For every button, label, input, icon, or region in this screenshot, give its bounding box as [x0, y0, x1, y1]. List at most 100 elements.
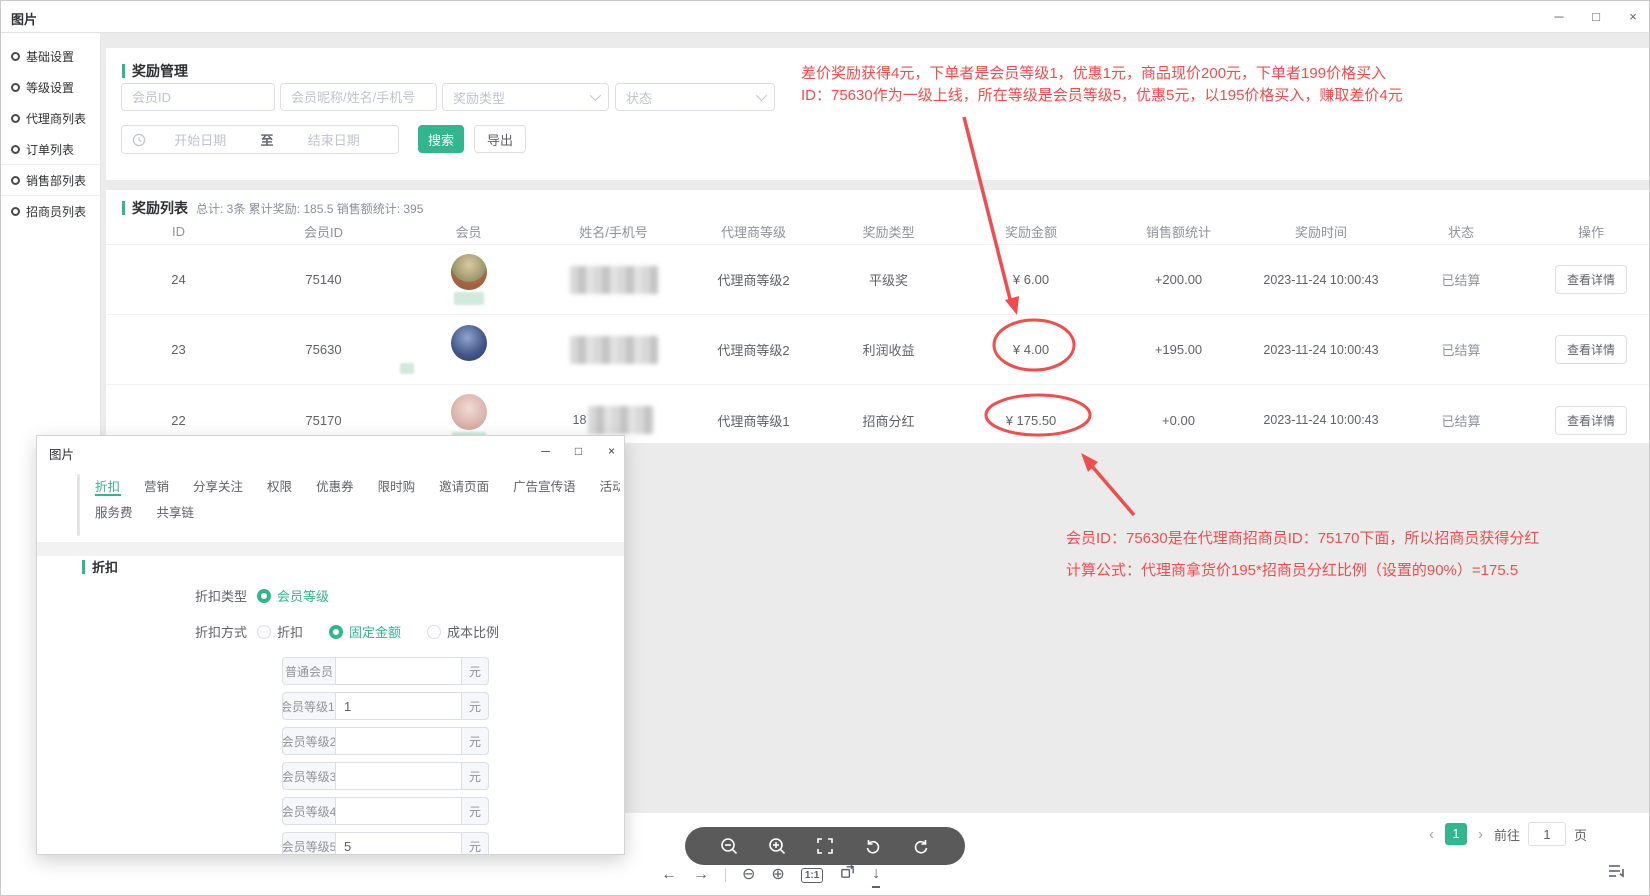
rotate-icon[interactable] — [839, 863, 856, 887]
nickname-input[interactable] — [280, 83, 437, 111]
reward-type-select[interactable]: 奖励类型 — [442, 83, 609, 111]
sidebar-item-level-settings[interactable]: 等级设置 — [1, 72, 100, 103]
cell-status: 已结算 — [1391, 411, 1531, 430]
radio-circle-icon — [11, 207, 20, 216]
chevron-down-icon — [756, 90, 767, 101]
level5-amount-input[interactable] — [335, 832, 462, 855]
discount-type-label: 折扣类型 — [37, 586, 257, 605]
cell-agent-level: 代理商等级1 — [686, 411, 821, 430]
tab-marketing[interactable]: 营销 — [144, 476, 169, 494]
tab-discount[interactable]: 折扣 — [95, 476, 120, 494]
tab-share-follow[interactable]: 分享关注 — [193, 476, 243, 494]
field-level2: 会员等级2 元 — [282, 727, 489, 755]
end-date-placeholder: 结束日期 — [280, 130, 389, 149]
option-cost-ratio[interactable]: 成本比例 — [447, 622, 499, 641]
option-discount[interactable]: 折扣 — [277, 622, 303, 641]
discount-section-title: 折扣 — [92, 557, 118, 576]
radio-cost-ratio[interactable] — [427, 625, 441, 639]
radio-circle-icon — [11, 114, 20, 123]
level3-amount-input[interactable] — [335, 762, 462, 790]
view-detail-button[interactable]: 查看详情 — [1555, 265, 1627, 294]
view-detail-button[interactable]: 查看详情 — [1555, 406, 1627, 435]
search-button[interactable]: 搜索 — [418, 125, 464, 153]
tab-permissions[interactable]: 权限 — [267, 476, 292, 494]
discount-settings-window: 图片 ─ □ × 折扣 营销 分享关注 权限 优惠券 限时购 邀请页面 广告宣传… — [36, 435, 625, 855]
download-icon[interactable]: ↓ — [872, 863, 880, 888]
blurred-name — [570, 336, 658, 364]
rotate-right-icon[interactable] — [910, 835, 932, 857]
blurred-name — [570, 266, 658, 294]
view-detail-button[interactable]: 查看详情 — [1555, 335, 1627, 364]
cell-sales-total: +0.00 — [1106, 413, 1251, 428]
divider — [725, 868, 726, 882]
minimize-button[interactable]: ─ — [1541, 1, 1577, 32]
cell-id: 22 — [106, 413, 251, 428]
sidebar-item-sales-dept-list[interactable]: 销售部列表 — [1, 165, 100, 196]
sidebar-item-recruiter-list[interactable]: 招商员列表 — [1, 196, 100, 227]
close-button[interactable]: × — [1615, 1, 1650, 32]
window-title: 图片 — [11, 9, 37, 28]
chevron-down-icon — [590, 90, 601, 101]
dialog-maximize-button[interactable]: □ — [562, 436, 595, 466]
image-viewer-toolbar — [685, 827, 965, 865]
level4-amount-input[interactable] — [335, 797, 462, 825]
prev-image-icon[interactable]: ← — [661, 864, 677, 886]
reward-list-panel: 奖励列表 总计: 3条 累计奖励: 185.5 销售额统计: 395 ID 会员… — [106, 190, 1650, 443]
goto-page-input[interactable] — [1528, 822, 1566, 846]
field-level1: 会员等级1. 元 — [282, 692, 489, 720]
tab-share-chain[interactable]: 共享链 — [157, 502, 195, 520]
option-member-level[interactable]: 会员等级 — [277, 586, 329, 605]
current-page-button[interactable]: 1 — [1445, 823, 1467, 845]
tab-ad-slogan[interactable]: 广告宣传语 — [513, 476, 576, 494]
field-level4: 会员等级4 元 — [282, 797, 489, 825]
sidebar-item-basic-settings[interactable]: 基础设置 — [1, 41, 100, 72]
rotate-left-icon[interactable] — [862, 835, 884, 857]
tab-flash-sale[interactable]: 限时购 — [378, 476, 416, 494]
zoom-out-icon[interactable]: ⊖ — [742, 864, 755, 886]
radio-member-level[interactable] — [257, 589, 271, 603]
list-toggle-icon[interactable] — [1604, 859, 1628, 883]
sidebar-item-order-list[interactable]: 订单列表 — [1, 134, 100, 165]
cell-id: 24 — [106, 272, 251, 287]
table-row: 23 75630 代理商等级2 利润收益 ¥ 4.00 +195.00 2023… — [106, 315, 1650, 385]
status-select[interactable]: 状态 — [615, 83, 775, 111]
cell-member-id: 75170 — [251, 413, 396, 428]
sidebar-item-agent-list[interactable]: 代理商列表 — [1, 103, 100, 134]
zoom-in-icon[interactable] — [766, 835, 788, 857]
section-accent-bar — [122, 201, 125, 215]
blurred-tag — [400, 363, 414, 374]
dialog-close-button[interactable]: × — [595, 436, 625, 466]
zoom-out-icon[interactable] — [718, 835, 740, 857]
annotation-bottom-text: 会员ID：75630是在代理商招商员ID：75170下面，所以招商员获得分红 计… — [1066, 523, 1539, 587]
pagination: ‹ 1 › 前往 页 — [1426, 821, 1587, 847]
radio-discount[interactable] — [257, 625, 271, 639]
normal-member-amount-input[interactable] — [335, 657, 462, 685]
tab-coupon[interactable]: 优惠券 — [316, 476, 354, 494]
tab-service-fee[interactable]: 服务费 — [95, 502, 133, 520]
member-id-input[interactable] — [121, 83, 275, 111]
cell-sales-total: +195.00 — [1106, 342, 1251, 357]
scrollbar-thumb[interactable] — [77, 474, 80, 536]
prev-page-icon[interactable]: ‹ — [1426, 826, 1437, 843]
table-section-title: 奖励列表 — [132, 198, 188, 218]
tab-invite-page[interactable]: 邀请页面 — [439, 476, 489, 494]
table-summary: 总计: 3条 累计奖励: 185.5 销售额统计: 395 — [196, 200, 423, 217]
tab-activity[interactable]: 活动列 — [600, 476, 620, 494]
radio-circle-icon — [11, 83, 20, 92]
one-to-one-icon[interactable]: 1:1 — [801, 868, 823, 883]
radio-fixed-amount[interactable] — [329, 625, 343, 639]
dialog-minimize-button[interactable]: ─ — [529, 436, 562, 466]
next-image-icon[interactable]: → — [693, 864, 709, 886]
fullscreen-icon[interactable] — [814, 835, 836, 857]
dialog-title: 图片 — [49, 444, 74, 463]
option-fixed-amount[interactable]: 固定金额 — [349, 622, 401, 641]
zoom-in-icon[interactable]: ⊕ — [771, 864, 784, 886]
level1-amount-input[interactable] — [335, 692, 462, 720]
date-range-picker[interactable]: 开始日期 至 结束日期 — [121, 125, 399, 154]
next-page-icon[interactable]: › — [1475, 826, 1486, 843]
export-button[interactable]: 导出 — [474, 125, 526, 153]
cell-sales-total: +200.00 — [1106, 272, 1251, 287]
maximize-button[interactable]: □ — [1578, 1, 1614, 32]
level2-amount-input[interactable] — [335, 727, 462, 755]
field-level3: 会员等级3 元 — [282, 762, 489, 790]
